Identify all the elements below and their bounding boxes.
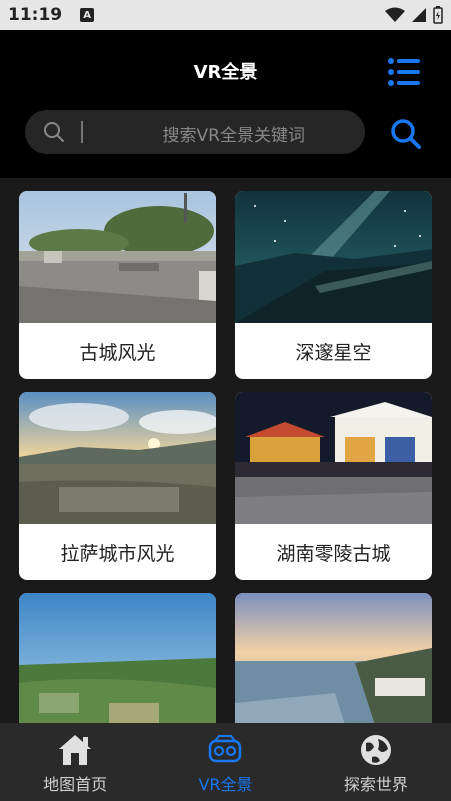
home-icon xyxy=(59,735,92,765)
tab-label: VR全景 xyxy=(198,775,253,794)
globe-icon xyxy=(360,735,391,765)
search-placeholder: 搜索VR全景关键词 xyxy=(162,126,305,146)
status-bar: 11:19 A xyxy=(0,0,451,30)
search-icon xyxy=(44,122,64,142)
panorama-thumbnail xyxy=(19,191,216,323)
wifi-icon xyxy=(385,7,405,22)
notification-icon: A xyxy=(80,8,95,22)
panorama-card[interactable] xyxy=(19,593,216,723)
panorama-thumbnail xyxy=(235,191,432,323)
list-icon xyxy=(388,58,420,86)
card-label: 拉萨城市风光 xyxy=(60,542,175,565)
panorama-thumbnail xyxy=(235,593,432,723)
card-label: 古城风光 xyxy=(79,341,156,364)
search-button[interactable] xyxy=(390,118,422,150)
page-title: VR全景 xyxy=(193,62,258,83)
tab-label: 探索世界 xyxy=(343,775,408,794)
panorama-thumbnail xyxy=(235,392,432,524)
panorama-card[interactable] xyxy=(235,593,432,723)
search-divider xyxy=(81,121,83,143)
tab-map-home[interactable]: 地图首页 xyxy=(0,723,150,801)
signal-icon xyxy=(412,8,426,22)
tab-label: 地图首页 xyxy=(43,775,108,794)
panorama-card-starry-sky[interactable]: 深邃星空 xyxy=(235,191,432,379)
battery-icon xyxy=(433,6,443,24)
panorama-card-lingling[interactable]: 湖南零陵古城 xyxy=(235,392,432,580)
card-label: 深邃星空 xyxy=(295,341,372,364)
search-icon xyxy=(391,119,421,149)
tab-explore-world[interactable]: 探索世界 xyxy=(301,723,451,801)
tab-vr-panorama[interactable]: VR全景 xyxy=(150,723,300,801)
status-time: 11:19 xyxy=(8,5,63,25)
search-input[interactable]: 搜索VR全景关键词 xyxy=(25,110,365,154)
panorama-card-ancient-city[interactable]: 古城风光 xyxy=(19,191,216,379)
panorama-card-lhasa[interactable]: 拉萨城市风光 xyxy=(19,392,216,580)
menu-button[interactable] xyxy=(388,58,420,86)
vr-goggles-icon xyxy=(209,735,242,763)
panorama-thumbnail xyxy=(19,593,216,723)
card-label: 湖南零陵古城 xyxy=(276,542,391,565)
panorama-thumbnail xyxy=(19,392,216,524)
bottom-tab-bar: 地图首页 VR全景 探索世界 xyxy=(0,723,451,801)
header: VR全景 搜索VR全景关键词 xyxy=(0,30,451,178)
panorama-grid: 古城风光 深邃星空 拉萨城市风光 湖南零陵古城 xyxy=(0,178,451,723)
